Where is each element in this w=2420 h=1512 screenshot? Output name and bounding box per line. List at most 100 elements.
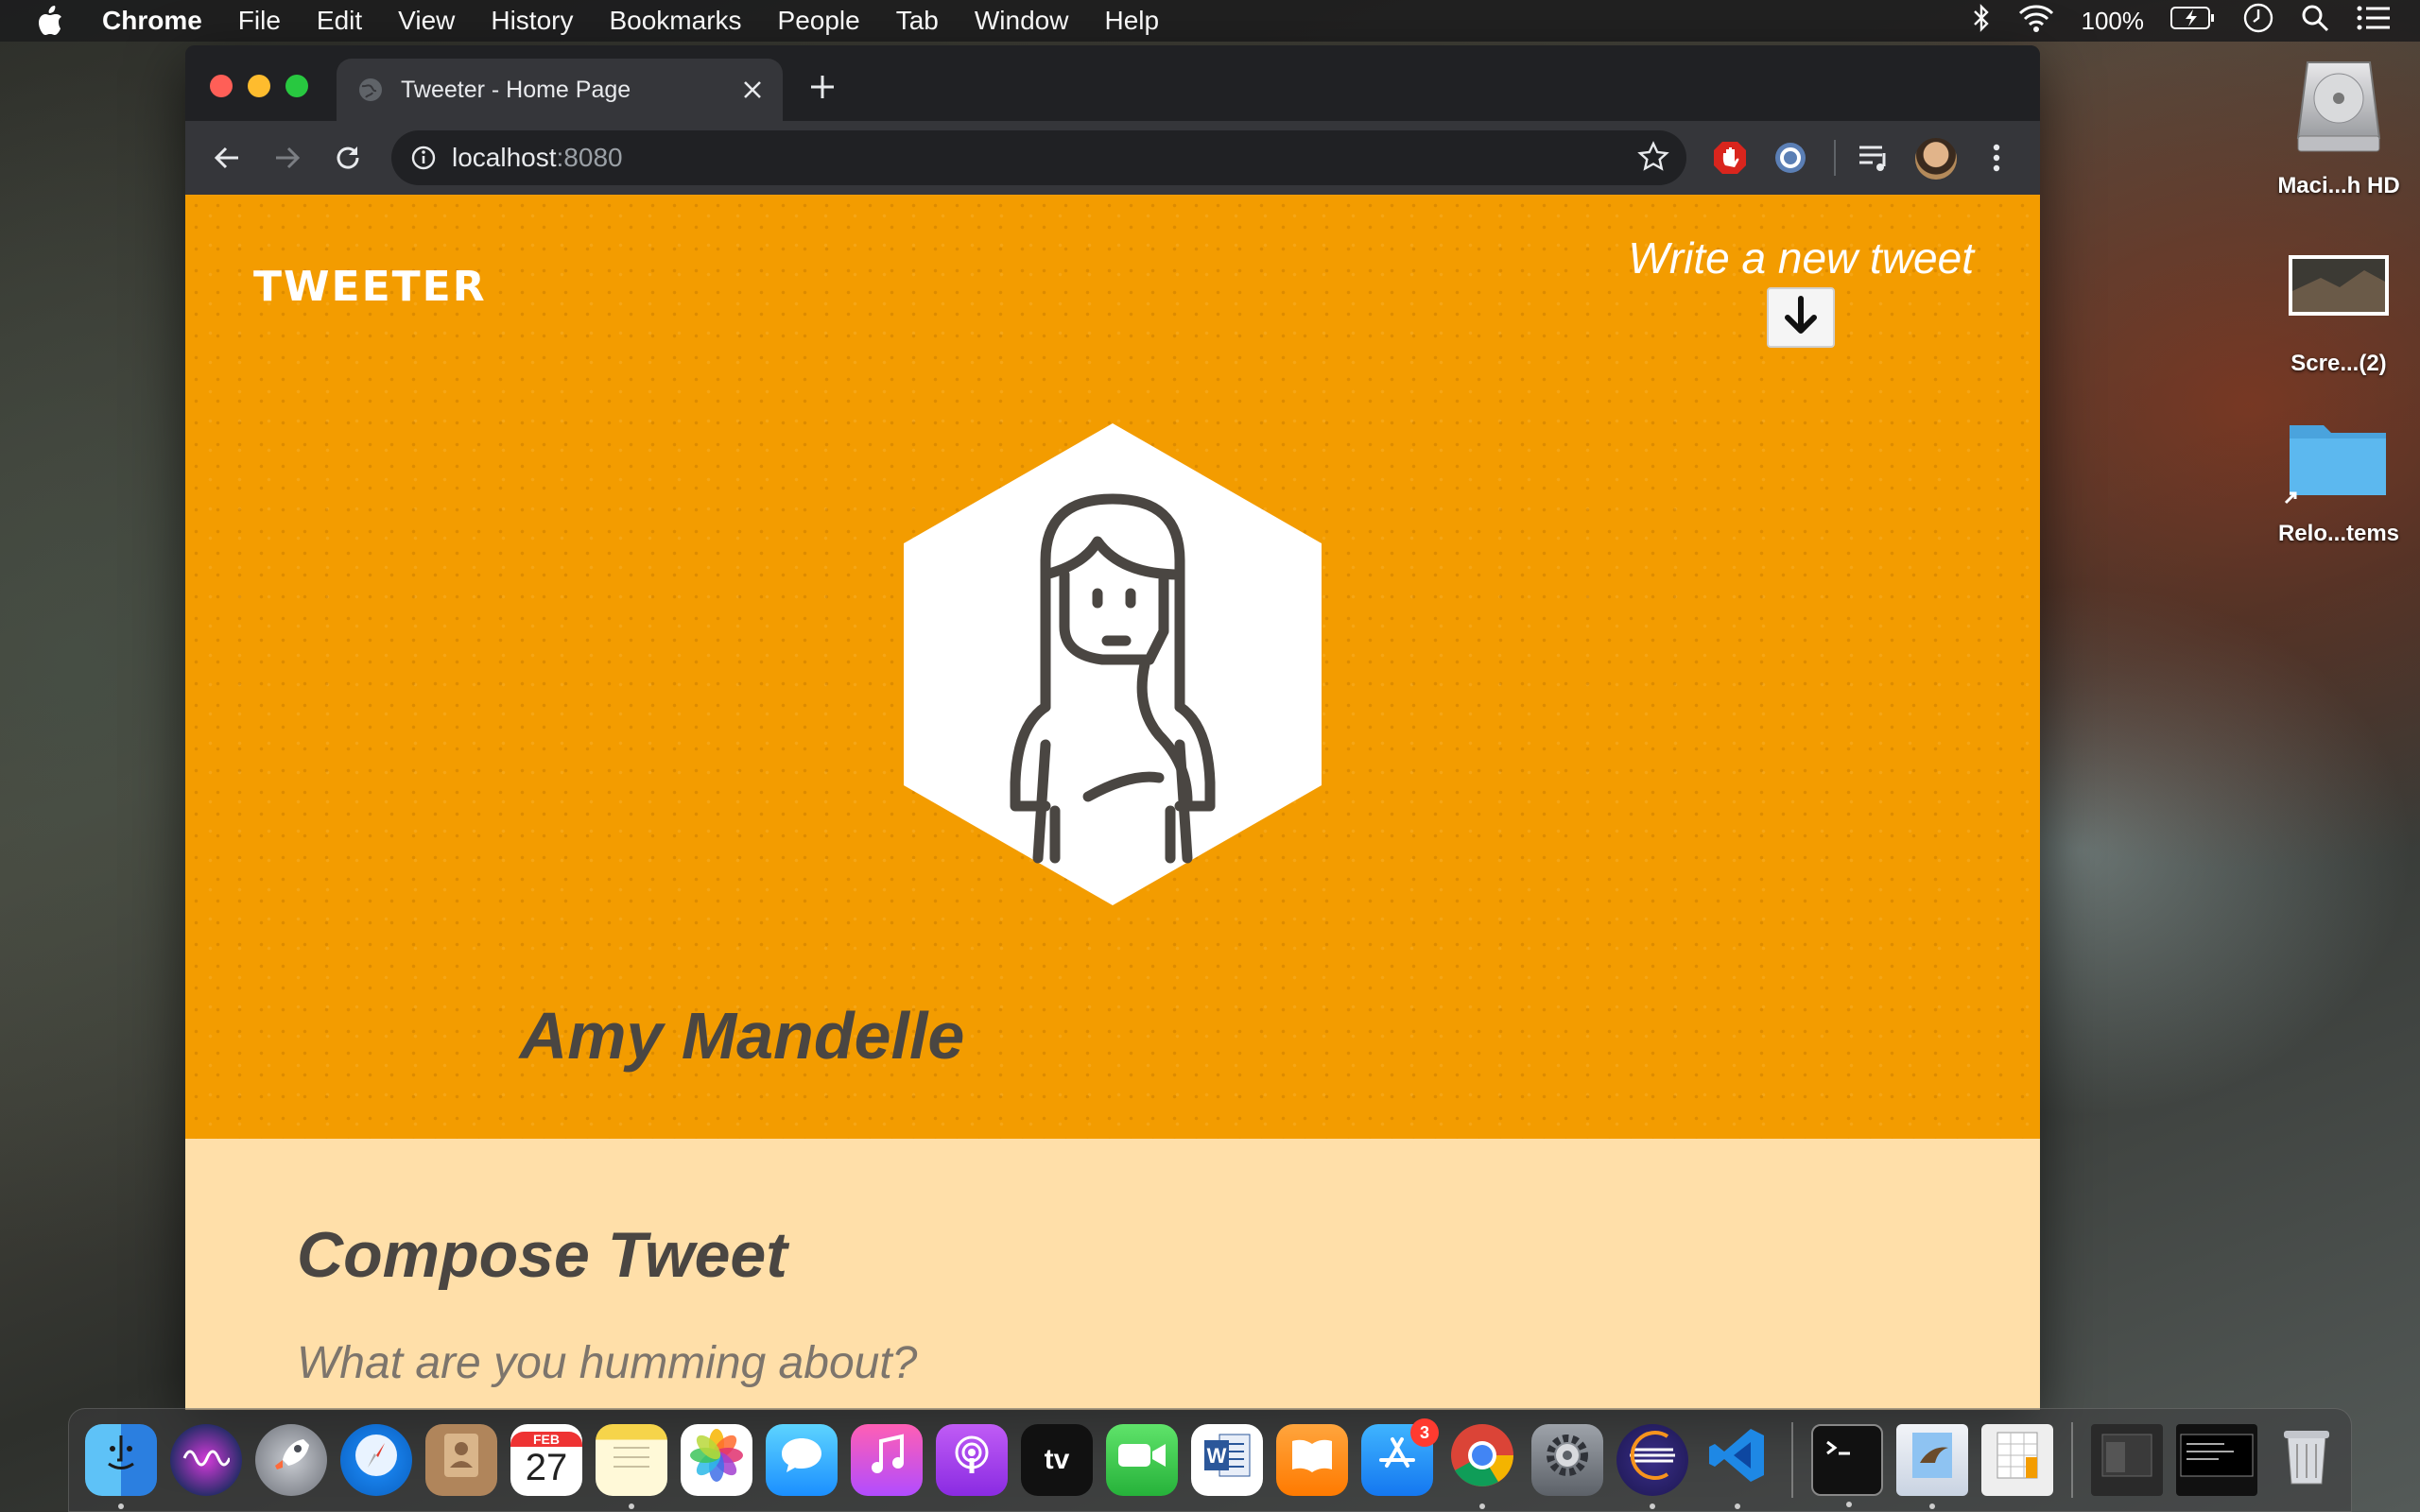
trash-icon bbox=[2280, 1425, 2333, 1495]
desktop-icon-relocated-items[interactable]: Relo...tems bbox=[2263, 412, 2414, 547]
menu-bookmarks[interactable]: Bookmarks bbox=[609, 6, 741, 36]
url-text[interactable]: localhost:8080 bbox=[452, 143, 623, 173]
dock-books[interactable] bbox=[1276, 1424, 1348, 1496]
podcast-icon bbox=[948, 1432, 995, 1488]
window-minimize-button[interactable] bbox=[248, 75, 270, 97]
dock-word[interactable]: W bbox=[1191, 1424, 1263, 1496]
dock: FEB 27 tv W 3 bbox=[68, 1408, 2352, 1512]
chrome-icon bbox=[1449, 1422, 1515, 1498]
bookmark-star-icon[interactable] bbox=[1637, 141, 1669, 173]
dock-minimized-window-1[interactable] bbox=[2091, 1424, 2163, 1496]
forward-button[interactable] bbox=[268, 139, 306, 177]
tab-close-icon[interactable] bbox=[735, 73, 769, 107]
battery-percentage[interactable]: 100% bbox=[2082, 7, 2145, 36]
dock-terminal[interactable] bbox=[1811, 1424, 1883, 1507]
dock-photos[interactable] bbox=[681, 1424, 752, 1496]
dock-finder[interactable] bbox=[85, 1424, 157, 1509]
desktop-icon-screenshot[interactable]: Scre...(2) bbox=[2263, 253, 2414, 377]
bluetooth-icon[interactable] bbox=[1972, 3, 1991, 39]
dock-preview[interactable] bbox=[1896, 1424, 1968, 1509]
dock-minimized-window-2[interactable] bbox=[2176, 1424, 2257, 1496]
menu-help[interactable]: Help bbox=[1104, 6, 1159, 36]
web-page: TWEETER Write a new tweet Amy Mandelle C… bbox=[185, 195, 2040, 1410]
profile-name: Amy Mandelle bbox=[519, 999, 965, 1073]
window-close-button[interactable] bbox=[210, 75, 233, 97]
window-thumbnail-icon bbox=[2179, 1433, 2255, 1487]
folder-alias-icon bbox=[2263, 412, 2414, 513]
site-brand-logo[interactable]: TWEETER bbox=[253, 263, 487, 311]
battery-charging-icon[interactable] bbox=[2170, 6, 2216, 37]
new-tab-button[interactable] bbox=[804, 70, 841, 108]
menu-window[interactable]: Window bbox=[975, 6, 1069, 36]
dock-facetime[interactable] bbox=[1106, 1424, 1178, 1496]
dock-itunes[interactable] bbox=[851, 1424, 923, 1496]
compose-toggle-button[interactable] bbox=[1767, 287, 1836, 348]
dock-separator bbox=[2071, 1422, 2073, 1498]
menu-app-name[interactable]: Chrome bbox=[102, 6, 202, 36]
dock-safari[interactable] bbox=[340, 1424, 412, 1496]
browser-window: Tweeter - Home Page localhost:8080 TWEET… bbox=[185, 45, 2040, 1410]
arrow-down-icon bbox=[1780, 295, 1822, 341]
apple-menu-icon[interactable] bbox=[36, 5, 74, 37]
contacts-book-icon bbox=[442, 1432, 480, 1488]
media-controls-icon[interactable] bbox=[1853, 137, 1894, 179]
desktop-icon-hard-drive[interactable]: Maci...h HD bbox=[2263, 55, 2414, 199]
music-note-icon bbox=[868, 1432, 906, 1488]
menu-tab[interactable]: Tab bbox=[896, 6, 939, 36]
menu-view[interactable]: View bbox=[398, 6, 455, 36]
finder-icon bbox=[97, 1432, 145, 1488]
open-book-icon bbox=[1288, 1436, 1336, 1484]
adblock-extension-icon[interactable] bbox=[1709, 137, 1751, 179]
dock-siri[interactable] bbox=[170, 1424, 242, 1496]
calendar-month: FEB bbox=[510, 1431, 582, 1447]
dock-system-preferences[interactable] bbox=[1531, 1424, 1603, 1496]
tab-tweeter-home[interactable]: Tweeter - Home Page bbox=[337, 59, 783, 121]
screenshot-thumbnail-icon bbox=[2263, 253, 2414, 324]
extension-swirl-icon[interactable] bbox=[1770, 137, 1811, 179]
svg-text:W: W bbox=[1207, 1444, 1227, 1468]
chrome-menu-icon[interactable] bbox=[1976, 137, 2017, 179]
desktop-icon-label: Scre...(2) bbox=[2290, 351, 2387, 376]
dock-numbers-spreadsheet[interactable] bbox=[1981, 1424, 2053, 1496]
dock-chrome[interactable] bbox=[1446, 1422, 1518, 1509]
word-icon: W bbox=[1201, 1429, 1253, 1491]
window-zoom-button[interactable] bbox=[285, 75, 308, 97]
dock-contacts[interactable] bbox=[425, 1424, 497, 1496]
url-host: localhost bbox=[452, 143, 557, 172]
wifi-icon[interactable] bbox=[2017, 4, 2055, 39]
profile-header: TWEETER Write a new tweet Amy Mandelle bbox=[185, 195, 2040, 1139]
menu-edit[interactable]: Edit bbox=[317, 6, 362, 36]
menu-people[interactable]: People bbox=[778, 6, 860, 36]
dock-notes[interactable] bbox=[596, 1424, 667, 1509]
dock-calendar[interactable]: FEB 27 bbox=[510, 1424, 582, 1496]
window-thumbnail-icon bbox=[2100, 1433, 2153, 1487]
dock-launchpad[interactable] bbox=[255, 1424, 327, 1496]
dock-app-store[interactable]: 3 bbox=[1361, 1418, 1439, 1496]
spotlight-search-icon[interactable] bbox=[2301, 4, 2329, 39]
address-bar[interactable]: localhost:8080 bbox=[391, 130, 1686, 185]
spreadsheet-icon bbox=[1994, 1429, 2041, 1491]
profile-avatar[interactable] bbox=[1915, 138, 1957, 180]
dock-trash[interactable] bbox=[2271, 1424, 2342, 1496]
preview-bird-icon bbox=[1909, 1429, 1956, 1491]
reload-button[interactable] bbox=[329, 139, 367, 177]
site-info-icon[interactable] bbox=[410, 145, 437, 171]
eclipse-icon bbox=[1626, 1429, 1679, 1491]
menu-history[interactable]: History bbox=[491, 6, 573, 36]
compose-toggle-label[interactable]: Write a new tweet bbox=[1628, 232, 1974, 284]
compose-toggle[interactable]: Write a new tweet bbox=[1628, 232, 1974, 348]
dock-podcasts[interactable] bbox=[936, 1424, 1008, 1496]
dock-separator bbox=[1791, 1422, 1793, 1498]
terminal-prompt-icon bbox=[1824, 1436, 1871, 1484]
tweet-text-input[interactable] bbox=[297, 1337, 1715, 1410]
back-button[interactable] bbox=[208, 139, 246, 177]
tab-strip: Tweeter - Home Page bbox=[185, 45, 2040, 121]
notification-center-icon[interactable] bbox=[2356, 4, 2392, 39]
dock-eclipse[interactable] bbox=[1616, 1424, 1688, 1509]
dock-messages[interactable] bbox=[766, 1424, 838, 1496]
apple-tv-icon: tv bbox=[1044, 1444, 1070, 1475]
dock-apple-tv[interactable]: tv bbox=[1021, 1424, 1093, 1496]
menu-file[interactable]: File bbox=[238, 6, 281, 36]
dock-vscode[interactable] bbox=[1702, 1424, 1773, 1509]
time-machine-icon[interactable] bbox=[2242, 2, 2274, 41]
